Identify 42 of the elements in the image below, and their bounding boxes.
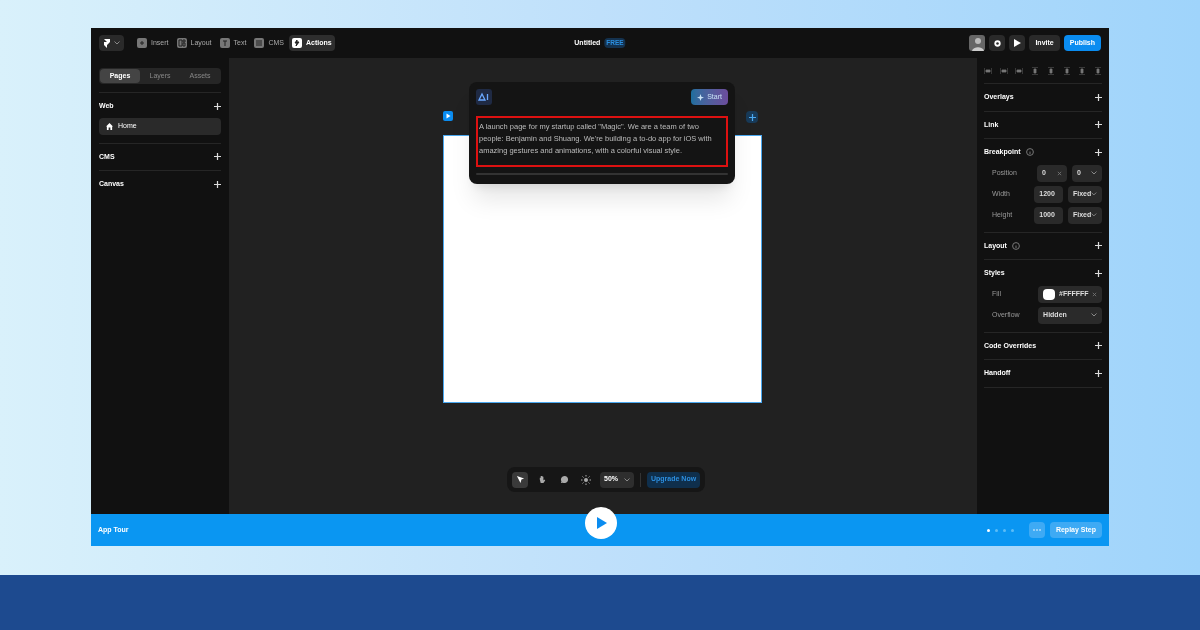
menu-icon: [291, 38, 302, 48]
hand-icon: [537, 475, 547, 484]
color-swatch[interactable]: [1043, 288, 1056, 300]
chevron-down-icon: [1091, 192, 1097, 196]
align-icon[interactable]: [1062, 66, 1071, 75]
chevron-down-icon: [1091, 171, 1097, 175]
close-icon[interactable]: [1092, 291, 1097, 297]
avatar[interactable]: [969, 35, 986, 51]
tool-button[interactable]: [512, 471, 528, 488]
logo-menu-button[interactable]: [99, 35, 124, 51]
menu-icon: [137, 38, 147, 48]
align-icon[interactable]: [984, 66, 992, 75]
play-icon[interactable]: [443, 111, 453, 121]
align-icon[interactable]: [999, 66, 1008, 75]
menu-icon: [254, 38, 265, 48]
chevron-down-icon: [624, 477, 630, 482]
align-icon[interactable]: [1046, 66, 1055, 75]
pointer-icon: [515, 475, 525, 484]
chevron-down-icon: [1091, 213, 1097, 217]
align-icon[interactable]: [1031, 66, 1040, 75]
logo-icon: [103, 38, 111, 48]
menu-icon: [176, 38, 187, 48]
play-button[interactable]: [585, 507, 617, 539]
preview-button[interactable]: [1009, 35, 1026, 51]
ai-logo-icon: [476, 89, 492, 105]
info-icon: [1011, 241, 1020, 250]
align-icon[interactable]: [1078, 66, 1087, 75]
align-icon[interactable]: [1093, 66, 1102, 75]
home-icon: [106, 122, 113, 130]
sparkle-icon: [697, 93, 705, 101]
close-icon[interactable]: [1057, 170, 1062, 176]
settings-button[interactable]: [989, 35, 1006, 51]
align-icon[interactable]: [1015, 66, 1024, 75]
play-icon: [1013, 39, 1021, 47]
info-icon: [1025, 148, 1034, 157]
sun-icon: [581, 474, 591, 485]
menu-icon: [219, 38, 230, 48]
chevron-down-icon: [114, 41, 120, 45]
chat-bubble-icon: [559, 475, 569, 484]
chevron-down-icon: [1091, 313, 1097, 317]
play-icon: [595, 517, 607, 529]
settings-icon: [992, 38, 1002, 48]
